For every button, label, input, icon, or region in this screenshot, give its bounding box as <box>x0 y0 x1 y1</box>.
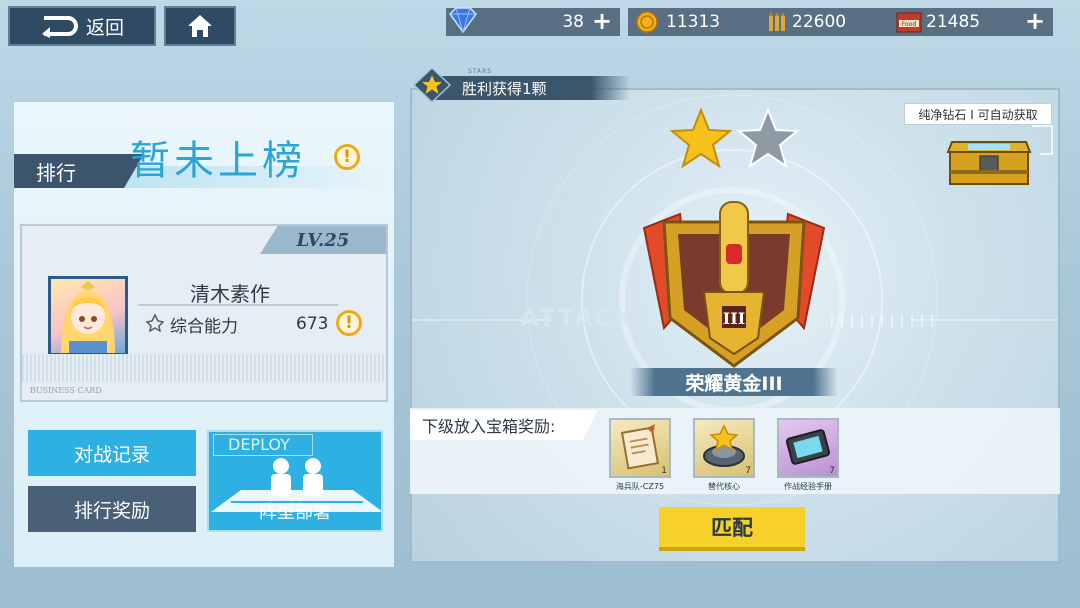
card-divider <box>138 304 338 306</box>
power-label: 综合能力 <box>170 317 238 337</box>
food-add-button[interactable]: + <box>1023 9 1047 34</box>
match-button[interactable]: 匹配 <box>659 507 805 551</box>
coin-count: 11313 <box>666 12 721 32</box>
power-icon <box>146 314 164 332</box>
avatar[interactable] <box>48 276 128 356</box>
rank-name: 荣耀黄金III <box>630 368 838 396</box>
diamond-icon <box>449 7 477 34</box>
back-label: 返回 <box>85 16 124 39</box>
rank-reward-button[interactable]: 排行奖励 <box>28 486 196 532</box>
level-tag: LV.25 <box>260 226 386 254</box>
star-earned-icon <box>670 108 732 168</box>
reward-label: 下级放入宝箱奖励: <box>410 410 598 440</box>
svg-text:Food: Food <box>902 21 917 28</box>
chest-note: 纯净钻石 I 可自动获取 <box>904 103 1052 125</box>
home-button[interactable] <box>164 6 236 46</box>
currency-bar: 11313 22600 Food 21485 + <box>628 8 1053 36</box>
reward-count: 1 <box>661 466 667 476</box>
reward-item-manual[interactable]: 7 <box>777 418 839 478</box>
rank-reward-label: 排行奖励 <box>73 499 150 522</box>
diamond-add-button[interactable]: + <box>590 9 614 34</box>
reward-item-core[interactable]: 7 <box>693 418 755 478</box>
chest-connector-icon <box>1032 125 1053 155</box>
back-arrow-icon <box>41 16 78 38</box>
deploy-button[interactable]: DEPLOY 阵型部署 <box>207 430 383 532</box>
battle-record-label: 对战记录 <box>73 443 150 466</box>
gold-rank-emblem-icon: III <box>642 201 826 368</box>
food-count: 21485 <box>926 12 981 32</box>
player-name: 清木素作 <box>190 282 270 306</box>
rank-info-icon[interactable]: ! <box>334 144 360 170</box>
diamond-count: 38 <box>562 12 584 32</box>
rank-tab: 排行 <box>14 154 144 188</box>
star-empty-icon <box>737 108 799 168</box>
card-strip <box>22 354 386 382</box>
deploy-label: 阵型部署 <box>259 502 331 523</box>
rank-tab-label: 排行 <box>36 160 76 185</box>
victory-bar: 胜利获得1颗 <box>434 76 630 100</box>
diamond-resource: 38 + <box>446 7 620 36</box>
ammo-icon <box>769 12 785 31</box>
back-button[interactable]: 返回 <box>8 6 156 46</box>
reward-name: 海兵队-CZ75 <box>615 482 665 491</box>
power-info-icon[interactable]: ! <box>336 310 362 336</box>
ammo-count: 22600 <box>792 12 847 32</box>
reward-item-weapon[interactable]: 1 <box>609 418 671 478</box>
stars-label: STARS <box>468 68 493 75</box>
card-type-label: BUSINESS CARD <box>30 386 102 395</box>
victory-header: 胜利获得1颗 STARS <box>408 68 630 102</box>
food-crate-icon: Food <box>896 12 922 33</box>
avatar-portrait-icon <box>61 281 115 353</box>
attack-watermark: ATTACK <box>520 304 635 332</box>
business-card: LV.25 清木素作 综合能力 673 ! BUSINESS CARD <box>20 224 388 402</box>
reward-name: 作战经验手册 <box>784 482 832 491</box>
battle-record-button[interactable]: 对战记录 <box>28 430 196 476</box>
reward-name: 替代核心 <box>708 482 740 491</box>
victory-text: 胜利获得1颗 <box>462 79 547 98</box>
treasure-chest-icon[interactable] <box>946 130 1032 190</box>
svg-text:III: III <box>723 309 745 328</box>
power-value: 673 <box>296 314 329 334</box>
deploy-title: DEPLOY <box>213 434 313 456</box>
coin-icon <box>636 11 658 33</box>
star-badge-icon <box>412 68 452 102</box>
rank-status: 暂未上榜 <box>130 138 306 184</box>
match-label: 匹配 <box>711 516 753 540</box>
reward-count: 7 <box>745 466 751 476</box>
reward-count: 7 <box>829 466 835 476</box>
home-icon <box>188 15 212 37</box>
